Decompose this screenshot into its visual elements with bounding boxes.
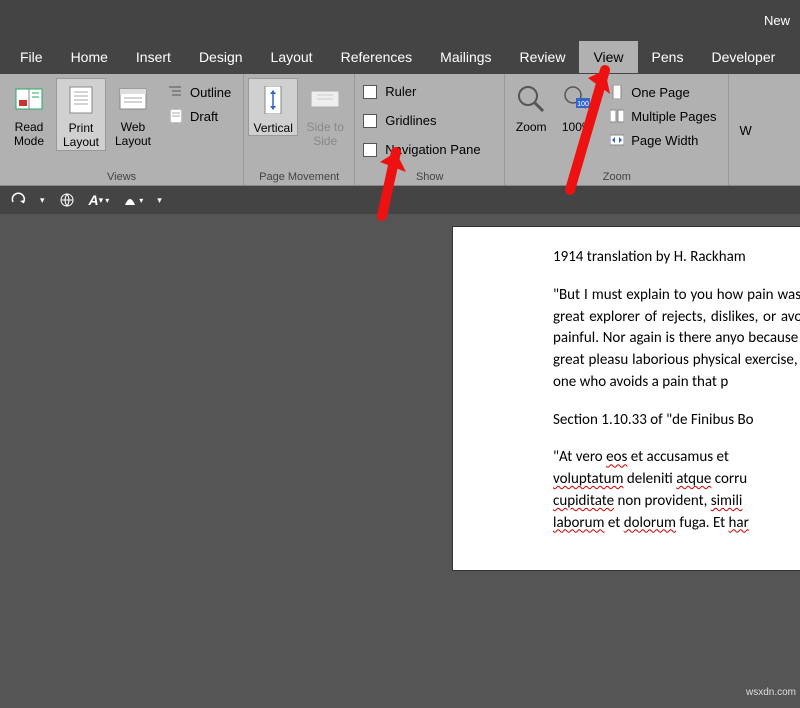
zoom-100-icon: 100 bbox=[560, 82, 594, 116]
multiple-pages-button[interactable]: Multiple Pages bbox=[605, 106, 720, 126]
group-views-label: Views bbox=[4, 169, 239, 183]
web-layout-icon bbox=[116, 82, 150, 116]
outline-button[interactable]: Outline bbox=[164, 82, 235, 102]
print-layout-icon bbox=[64, 83, 98, 117]
title-bar: New bbox=[0, 0, 800, 40]
tab-view[interactable]: View bbox=[579, 41, 637, 73]
vertical-icon bbox=[256, 83, 290, 117]
zoom-button[interactable]: Zoom bbox=[509, 78, 553, 134]
page-width-button[interactable]: Page Width bbox=[605, 130, 720, 150]
tab-layout[interactable]: Layout bbox=[257, 41, 327, 73]
vertical-button[interactable]: Vertical bbox=[248, 78, 298, 136]
one-page-button[interactable]: One Page bbox=[605, 82, 720, 102]
navigation-pane-checkbox[interactable]: Navigation Pane bbox=[359, 138, 484, 161]
one-page-icon bbox=[609, 84, 625, 100]
heading: 1914 translation by H. Rackham bbox=[553, 247, 800, 269]
group-views: Read Mode Print Layout Web Layout bbox=[0, 74, 244, 185]
translate-button[interactable] bbox=[59, 192, 75, 208]
group-show-label: Show bbox=[359, 169, 500, 183]
qat-more[interactable]: ▾ bbox=[157, 195, 162, 206]
tab-developer[interactable]: Developer bbox=[697, 41, 789, 73]
tab-home[interactable]: Home bbox=[57, 41, 122, 73]
body-paragraph-2: "At vero eos et accusamus et voluptatum … bbox=[553, 447, 800, 534]
svg-text:100: 100 bbox=[577, 101, 589, 108]
tab-mailings[interactable]: Mailings bbox=[426, 41, 505, 73]
checkbox-icon bbox=[363, 114, 377, 128]
read-mode-button[interactable]: Read Mode bbox=[4, 78, 54, 149]
tab-file[interactable]: File bbox=[6, 41, 57, 73]
web-layout-button[interactable]: Web Layout bbox=[108, 78, 158, 149]
tab-review[interactable]: Review bbox=[506, 41, 580, 73]
outline-icon bbox=[168, 84, 184, 100]
shape-button[interactable]: ▾ bbox=[123, 193, 143, 207]
side-to-side-button[interactable]: Side to Side bbox=[300, 78, 350, 149]
tab-design[interactable]: Design bbox=[185, 41, 257, 73]
zoom-100-button[interactable]: 100 100% bbox=[555, 78, 599, 134]
zoom-icon bbox=[514, 82, 548, 116]
checkbox-icon bbox=[363, 85, 377, 99]
quick-access-toolbar: ▾ A▾▾ ▾ ▾ bbox=[0, 186, 800, 214]
document-area[interactable]: 1914 translation by H. Rackham "But I mu… bbox=[0, 214, 800, 708]
read-mode-icon bbox=[12, 82, 46, 116]
title-text: New bbox=[764, 13, 790, 28]
qat-sep: ▾ bbox=[40, 195, 45, 206]
tab-pens[interactable]: Pens bbox=[638, 41, 698, 73]
tab-references[interactable]: References bbox=[327, 41, 427, 73]
watermark: wsxdn.com bbox=[746, 687, 796, 698]
draft-button[interactable]: Draft bbox=[164, 106, 235, 126]
draft-icon bbox=[168, 108, 184, 124]
body-paragraph: "But I must explain to you how pain was … bbox=[553, 285, 800, 394]
side-to-side-icon bbox=[308, 82, 342, 116]
page-width-icon bbox=[609, 132, 625, 148]
ribbon: Read Mode Print Layout Web Layout bbox=[0, 74, 800, 186]
group-page-movement: Vertical Side to Side Page Movement bbox=[244, 74, 355, 185]
print-layout-button[interactable]: Print Layout bbox=[56, 78, 106, 151]
group-zoom: Zoom 100 100% One Page bbox=[505, 74, 729, 185]
section-heading: Section 1.10.33 of "de Finibus Bo bbox=[553, 410, 800, 432]
ruler-checkbox[interactable]: Ruler bbox=[359, 80, 420, 103]
checkbox-icon bbox=[363, 143, 377, 157]
group-zoom-label: Zoom bbox=[509, 169, 724, 183]
ribbon-tabs: File Home Insert Design Layout Reference… bbox=[0, 40, 800, 74]
redo-button[interactable] bbox=[10, 192, 26, 208]
multiple-pages-icon bbox=[609, 108, 625, 124]
page[interactable]: 1914 translation by H. Rackham "But I mu… bbox=[452, 226, 800, 571]
group-page-movement-label: Page Movement bbox=[248, 169, 350, 183]
font-color-button[interactable]: A▾▾ bbox=[89, 192, 110, 208]
gridlines-checkbox[interactable]: Gridlines bbox=[359, 109, 440, 132]
tab-insert[interactable]: Insert bbox=[122, 41, 185, 73]
group-window-partial: W bbox=[729, 74, 755, 185]
group-show: Ruler Gridlines Navigation Pane Show bbox=[355, 74, 505, 185]
